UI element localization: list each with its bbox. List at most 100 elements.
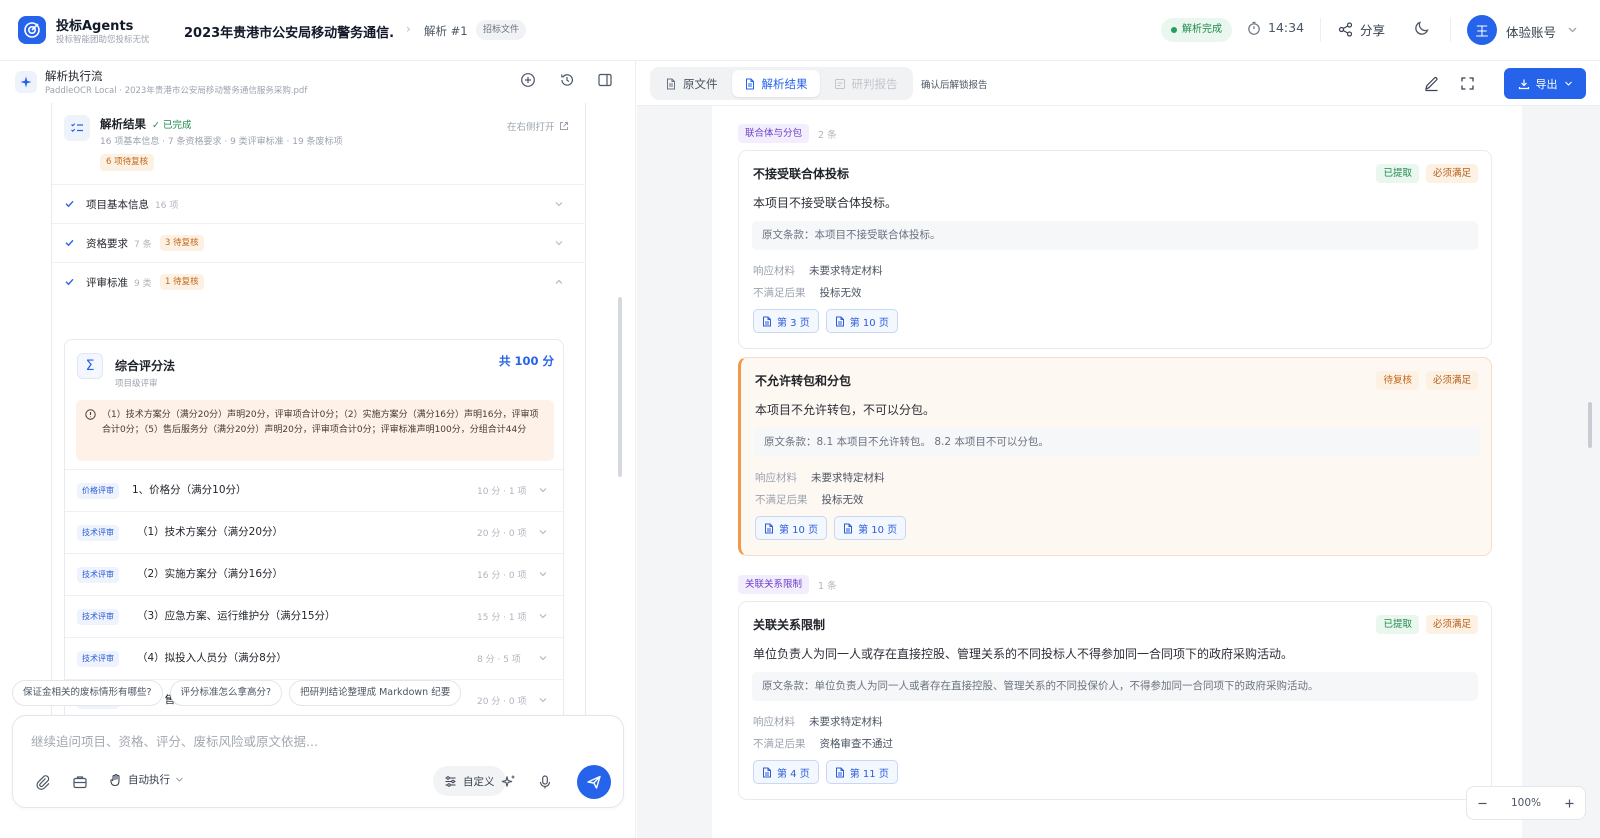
check-icon (65, 278, 74, 286)
section-row[interactable]: 评审标准 9 类 1 待复核 (52, 263, 586, 302)
customize-button[interactable]: 自定义 (433, 766, 506, 796)
tab-report[interactable]: 研判报告 (822, 70, 910, 97)
chevron-down-icon[interactable] (538, 611, 548, 621)
chevron-down-icon (539, 614, 547, 619)
left-scrollbar[interactable] (618, 297, 622, 477)
criterion-tag: 技术评审 (77, 525, 119, 541)
section-count: 9 类 (134, 279, 152, 289)
criterion-row[interactable]: 技术评审 （3）应急方案、运行维护分（满分15分） 15 分 · 1 项 (65, 595, 563, 637)
file-icon (667, 78, 675, 89)
new-session-button[interactable] (520, 72, 536, 88)
requirement-description: 本项目不接受联合体投标。 (753, 196, 898, 210)
unlock-hint: 确认后解锁报告 (921, 80, 988, 91)
divider (1320, 18, 1321, 42)
right-scrollbar[interactable] (1588, 402, 1592, 448)
check-icon (64, 237, 75, 248)
collapse-panel-button[interactable] (597, 72, 613, 88)
customize-label: 自定义 (463, 775, 495, 788)
external-link-icon (559, 122, 568, 130)
requirement-card[interactable]: 不接受联合体投标 已提取 必须满足 本项目不接受联合体投标。 原文条款：本项目不接受联合… (738, 150, 1492, 349)
criterion-tag: 技术评审 (77, 609, 119, 625)
app-name: 投标Agents (56, 19, 134, 34)
fullscreen-button[interactable] (1459, 75, 1476, 92)
requirement-card[interactable]: 不允许转包和分包 待复核 必须满足 本项目不允许转包，不可以分包。 原文条款：8.1 本… (738, 357, 1492, 556)
chevron-up-icon[interactable] (554, 277, 564, 287)
edit-button[interactable] (1423, 75, 1440, 92)
divider (1450, 18, 1451, 42)
chevron-down-icon (1564, 81, 1572, 86)
history-button[interactable] (559, 72, 575, 88)
zoom-in-button[interactable] (1564, 798, 1575, 809)
requirement-badges: 待复核 必须满足 (1376, 371, 1478, 390)
execution-flow-scroll[interactable]: 解析结果 ✓ 已完成 16 项基本信息 · 7 条资格要求 · 9 类评审标准 … (51, 103, 586, 746)
breadcrumb-run[interactable]: 解析 #1 (424, 23, 468, 39)
open-in-right-link[interactable]: 在右侧打开 (507, 119, 569, 133)
chevron-down-icon[interactable] (554, 238, 564, 248)
document-type-tag: 招标文件 (476, 20, 527, 40)
download-icon (1518, 79, 1529, 89)
elapsed-timer: 14:34 (1247, 20, 1304, 35)
section-row[interactable]: 项目基本信息 16 项 (52, 185, 586, 224)
share-button[interactable]: 分享 (1338, 20, 1385, 39)
zoom-out-button[interactable] (1477, 798, 1488, 809)
criterion-row[interactable]: 技术评审 （2）实施方案分（满分16分） 16 分 · 0 项 (65, 553, 563, 595)
page-link-button[interactable]: 第 11 页 (825, 760, 898, 784)
magic-button[interactable] (501, 774, 517, 790)
requirement-title: 不接受联合体投标 (753, 167, 850, 181)
viewer-toolbar: 原文件 解析结果 研判报告 确认后解锁报告 导出 (637, 61, 1600, 106)
app-logo[interactable] (18, 16, 46, 44)
result-card: 解析结果 ✓ 已完成 16 项基本信息 · 7 条资格要求 · 9 类评审标准 … (51, 103, 586, 746)
chevron-down-icon (555, 202, 563, 207)
section-row[interactable]: 资格要求 7 条 3 待复核 (52, 224, 586, 263)
page-links: 第 10 页 第 10 页 (755, 516, 907, 540)
avatar[interactable]: 王 (1467, 15, 1497, 45)
execution-panel: 解析执行流 PaddleOCR Local · 2023年贵港市公安局移动警务通… (0, 61, 636, 838)
field-value: 投标无效 (819, 287, 862, 299)
send-button[interactable] (577, 765, 611, 799)
page-links: 第 4 页 第 11 页 (753, 760, 898, 784)
result-document[interactable]: 联合体与分包 2 条 关联关系限制 1 条 不接受联合体投标 已提取 必须满足 本项目… (712, 106, 1522, 838)
chevron-down-icon[interactable] (554, 199, 564, 209)
breadcrumb-separator-icon: › (406, 22, 411, 36)
chevron-down-icon[interactable] (538, 695, 548, 705)
page-link-button[interactable]: 第 10 页 (825, 309, 898, 333)
theme-toggle-button[interactable] (1413, 19, 1431, 37)
page-link-button[interactable]: 第 3 页 (753, 309, 819, 333)
quick-prompt-chip[interactable]: 把研判结论整理成 Markdown 纪要 (289, 680, 462, 706)
sparkle-icon (15, 71, 37, 93)
chat-input[interactable] (31, 734, 591, 749)
chevron-down-icon[interactable] (538, 527, 548, 537)
page-link-button[interactable]: 第 10 页 (834, 516, 907, 540)
account-name[interactable]: 体验账号 (1506, 22, 1556, 41)
criterion-row[interactable]: 价格评审 1、价格分（满分10分） 10 分 · 1 项 (65, 469, 563, 511)
quick-prompt-chip[interactable]: 评分标准怎么拿高分? (169, 680, 283, 706)
chevron-down-icon[interactable] (538, 485, 548, 495)
tab-original-file[interactable]: 原文件 (653, 70, 730, 97)
chevron-down-icon (555, 241, 563, 246)
requirement-card[interactable]: 关联关系限制 已提取 必须满足 单位负责人为同一人或存在直接控股、管理关系的不同投标人… (738, 601, 1492, 800)
checklist-icon (64, 115, 90, 141)
voice-input-button[interactable] (537, 774, 553, 790)
group-count: 1 条 (818, 580, 837, 592)
tab-parse-result[interactable]: 解析结果 (731, 70, 820, 97)
chevron-down-icon[interactable] (1567, 24, 1578, 35)
page-link-button[interactable]: 第 10 页 (755, 516, 828, 540)
chevron-down-icon[interactable] (538, 653, 548, 663)
chevron-down-icon[interactable] (538, 569, 548, 579)
criterion-row[interactable]: 技术评审 （4）拟投入人员分（满分8分） 8 分 · 5 项 (65, 637, 563, 679)
criterion-row[interactable]: 技术评审 （1）技术方案分（满分20分） 20 分 · 0 项 (65, 511, 563, 553)
toolbox-button[interactable] (72, 774, 88, 790)
document-title[interactable]: 2023年贵港市公安局移动警务通信... (184, 22, 394, 41)
section-label: 项目基本信息 (86, 199, 149, 211)
attach-button[interactable] (35, 774, 51, 790)
auto-execute-select[interactable]: 自动执行 (109, 772, 184, 787)
export-button[interactable]: 导出 (1504, 68, 1586, 99)
zoom-control: 100% (1466, 786, 1586, 820)
page-icon (763, 767, 771, 777)
group-count: 2 条 (818, 129, 837, 141)
page-link-button[interactable]: 第 4 页 (753, 760, 819, 784)
group-header: 关联关系限制 1 条 (738, 575, 837, 594)
page-icon (765, 523, 773, 533)
quick-prompt-chip[interactable]: 保证金相关的废标情形有哪些? (12, 680, 163, 706)
evaluation-total: 共 100 分 (499, 354, 555, 368)
